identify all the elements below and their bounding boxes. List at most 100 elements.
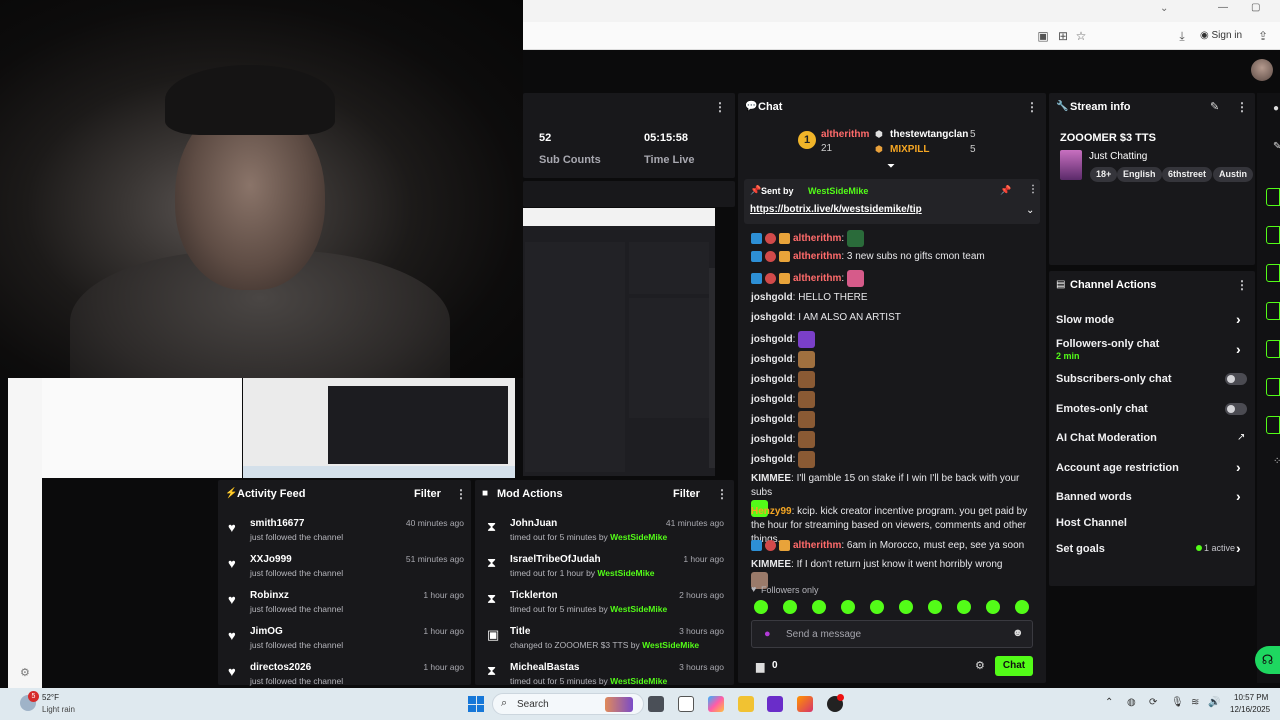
filter-button[interactable]: Filter <box>673 488 700 500</box>
host-channel-label[interactable]: Host Channel <box>1056 517 1127 529</box>
edit-icon[interactable]: ✎ <box>1210 100 1219 113</box>
wifi-icon[interactable]: ≋ <box>1191 697 1199 708</box>
rail-button-4[interactable] <box>1266 302 1280 320</box>
emote-icon[interactable] <box>798 371 816 388</box>
copilot-icon[interactable] <box>708 696 724 712</box>
emote-icon[interactable] <box>846 230 864 247</box>
rail-button-2[interactable] <box>1266 226 1280 244</box>
mod-action-target[interactable]: Ticklerton <box>510 590 558 601</box>
gift-icon[interactable]: ▆ <box>756 660 764 673</box>
emote-icon[interactable] <box>798 411 816 428</box>
pinned-link[interactable]: https://botrix.live/k/westsidemike/tip <box>750 204 922 215</box>
network-icon[interactable]: ◍ <box>1127 697 1136 708</box>
clock-date[interactable]: 12/16/2025 <box>1230 705 1270 714</box>
tag-location[interactable]: 6thstreet <box>1162 167 1213 182</box>
microphone-icon[interactable]: ● <box>764 628 771 640</box>
emote-picker-icon[interactable] <box>986 600 1000 614</box>
headset-icon[interactable]: ☊ <box>1255 646 1280 674</box>
emoji-icon[interactable]: ☻ <box>1012 627 1024 639</box>
chat-username[interactable]: altherithm <box>793 233 841 244</box>
file-explorer-icon[interactable] <box>738 696 754 712</box>
leader-name-3[interactable]: MIXPILL <box>890 144 929 155</box>
chat-username[interactable]: Henzy99 <box>751 506 792 517</box>
mod-action-target[interactable]: Title <box>510 626 530 637</box>
chat-username[interactable]: joshgold <box>751 394 793 405</box>
kebab-icon[interactable]: ⋮ <box>1026 100 1038 114</box>
mod-action-row[interactable]: ▣ Title changed to ZOOOMER $3 TTS by Wes… <box>475 626 734 658</box>
category-thumbnail[interactable] <box>1060 150 1082 180</box>
mod-action-by[interactable]: WestSideMike <box>610 532 667 542</box>
account-age-restriction-label[interactable]: Account age restriction <box>1056 462 1179 474</box>
activity-user[interactable]: Robinxz <box>250 590 289 601</box>
firefox-icon[interactable] <box>797 696 813 712</box>
send-chat-button[interactable]: Chat <box>995 656 1033 676</box>
activity-row[interactable]: ♥ JimOG just followed the channel 1 hour… <box>218 626 471 658</box>
kebab-icon[interactable]: ⋮ <box>714 100 726 114</box>
emotes-only-toggle[interactable] <box>1225 403 1247 415</box>
activity-user[interactable]: directos2026 <box>250 662 311 673</box>
chevron-up-icon[interactable]: ⌃ <box>1105 697 1113 708</box>
emote-icon[interactable] <box>846 270 864 287</box>
mod-action-row[interactable]: ⧗ JohnJuan timed out for 5 minutes by We… <box>475 518 734 550</box>
rail-button-7[interactable] <box>1266 416 1280 434</box>
chat-message[interactable]: joshgold: <box>751 431 1036 448</box>
weather-temp[interactable]: 52°F <box>42 693 59 702</box>
kebab-icon[interactable]: ⋮ <box>1236 100 1248 114</box>
emote-picker-icon[interactable] <box>870 600 884 614</box>
chat-username[interactable]: joshgold <box>751 454 793 465</box>
chat-username[interactable]: joshgold <box>751 434 793 445</box>
maximize-icon[interactable]: ▢ <box>1251 2 1260 13</box>
chat-username[interactable]: joshgold <box>751 354 793 365</box>
mod-action-by[interactable]: WestSideMike <box>610 676 667 686</box>
sender-name[interactable]: WestSideMike <box>808 186 868 196</box>
ai-chat-moderation-label[interactable]: AI Chat Moderation <box>1056 432 1157 444</box>
weather-desc[interactable]: Light rain <box>42 705 75 714</box>
emote-icon[interactable] <box>798 431 816 448</box>
tag-mature[interactable]: 18+ <box>1090 167 1118 182</box>
chevron-down-icon[interactable]: ⌄ <box>1026 205 1034 216</box>
chevron-right-icon[interactable]: › <box>1236 341 1241 357</box>
mod-action-row[interactable]: ⧗ Ticklerton timed out for 5 minutes by … <box>475 590 734 622</box>
emote-picker-icon[interactable] <box>957 600 971 614</box>
microphone-icon[interactable]: 🎙 <box>1171 697 1184 708</box>
screen-icon[interactable]: ▣ <box>1036 29 1050 43</box>
kebab-icon[interactable]: ⋮ <box>1028 184 1038 195</box>
chat-message[interactable]: altherithm: 3 new subs no gifts cmon tea… <box>751 250 1036 264</box>
rail-button-6[interactable] <box>1266 378 1280 396</box>
tag-city[interactable]: Austin <box>1213 167 1253 182</box>
emote-icon[interactable] <box>798 331 816 348</box>
chat-username[interactable]: altherithm <box>793 251 841 262</box>
volume-icon[interactable]: 🔊 <box>1208 697 1220 708</box>
chat-username[interactable]: altherithm <box>793 540 841 551</box>
emote-icon[interactable] <box>798 391 816 408</box>
pencil-icon[interactable]: ✎ <box>1273 141 1280 152</box>
emote-picker-icon[interactable] <box>841 600 855 614</box>
mod-action-by[interactable]: WestSideMike <box>597 568 654 578</box>
chat-message[interactable]: joshgold: <box>751 331 1036 348</box>
chat-username[interactable]: joshgold <box>751 312 793 323</box>
mod-action-target[interactable]: MichealBastas <box>510 662 579 673</box>
collapse-icon[interactable]: ⏷ <box>887 161 895 172</box>
obs-icon[interactable] <box>767 696 783 712</box>
taskbar-search[interactable]: ⌕ Search <box>492 693 644 715</box>
chat-username[interactable]: KIMMEE <box>751 559 791 570</box>
activity-row[interactable]: ♥ Robinxz just followed the channel 1 ho… <box>218 590 471 622</box>
activity-user[interactable]: XXJo999 <box>250 554 292 565</box>
filter-button[interactable]: Filter <box>414 488 441 500</box>
chevron-down-icon[interactable]: ⌄ <box>1160 3 1168 14</box>
chat-input[interactable]: ● Send a message ☻ <box>751 620 1033 648</box>
rail-button-1[interactable] <box>1266 188 1280 206</box>
slow-mode-label[interactable]: Slow mode <box>1056 314 1114 326</box>
minimize-icon[interactable]: — <box>1218 2 1228 13</box>
install-icon[interactable]: ⊞ <box>1056 29 1070 43</box>
chevron-right-icon[interactable]: › <box>1236 488 1241 504</box>
chevron-right-icon[interactable]: › <box>1236 540 1241 556</box>
chat-message[interactable]: altherithm: <box>751 230 1036 247</box>
kebab-icon[interactable]: ⋮ <box>455 487 467 501</box>
followers-only-chat-label[interactable]: Followers-only chat <box>1056 338 1159 350</box>
download-icon[interactable]: ⤓ <box>1175 29 1189 43</box>
emotes-only-chat-label[interactable]: Emotes-only chat <box>1056 403 1148 415</box>
chat-username[interactable]: joshgold <box>751 374 793 385</box>
leader-name-2[interactable]: thestewtangclan <box>890 129 968 140</box>
emote-icon[interactable] <box>798 351 816 368</box>
